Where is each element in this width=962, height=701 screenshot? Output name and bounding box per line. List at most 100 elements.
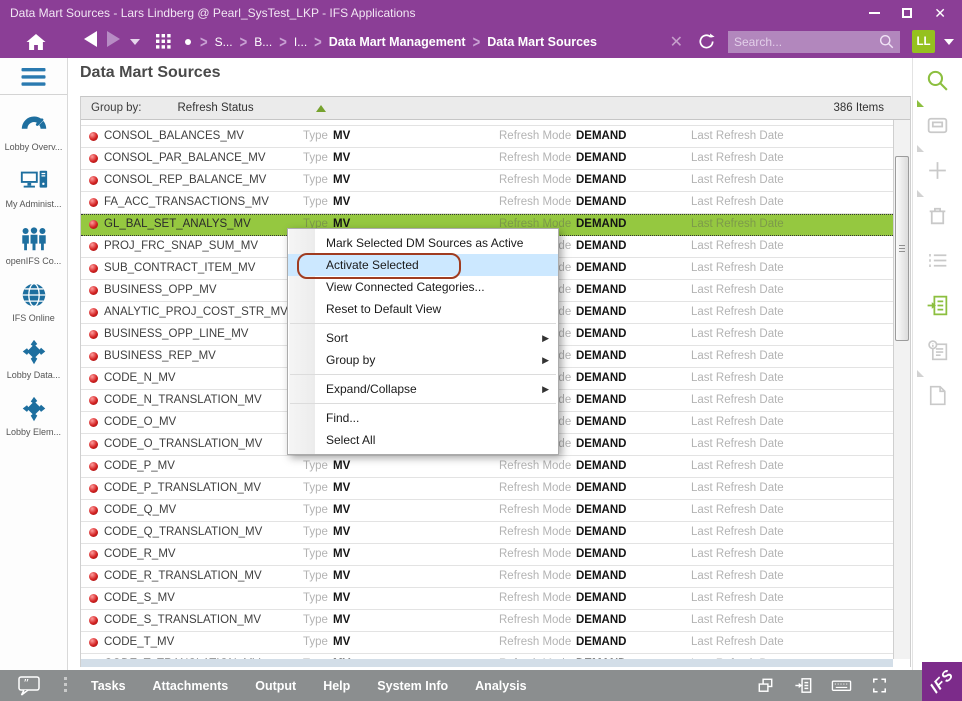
last-refresh-date-label: Last Refresh Date (691, 544, 784, 565)
sort-ascending-icon[interactable] (316, 105, 326, 112)
feedback-bubble-icon[interactable]: ” (16, 674, 44, 698)
fullscreen-icon[interactable] (869, 675, 890, 696)
type-label: Type (303, 170, 328, 191)
menu-item[interactable]: Sort▶ (288, 327, 558, 349)
table-row[interactable]: CODE_S_TRANSLATION_MV Type MV Refresh Mo… (81, 610, 893, 632)
left-rail-item-label: Lobby Overv... (5, 142, 63, 152)
horizontal-scrollbar[interactable] (81, 659, 893, 667)
table-row[interactable]: CODE_R_TRANSLATION_MV Type MV Refresh Mo… (81, 566, 893, 588)
right-rail-button[interactable] (913, 383, 962, 428)
bottom-bar-item[interactable]: System Info (377, 679, 448, 693)
bottom-bar-item[interactable]: Help (323, 679, 350, 693)
card-icon (925, 113, 950, 158)
close-icon[interactable]: ✕ (934, 6, 946, 20)
status-icon (89, 374, 98, 383)
last-refresh-date-label: Last Refresh Date (691, 258, 784, 279)
menu-separator (290, 374, 556, 375)
left-rail-item[interactable]: Lobby Data... (0, 337, 67, 380)
breadcrumb-item[interactable]: B... (254, 35, 272, 49)
plus-icon (925, 158, 950, 203)
bottom-bar-item[interactable]: Output (255, 679, 296, 693)
table-row[interactable]: CODE_T_MV Type MV Refresh Mode DEMAND La… (81, 632, 893, 654)
user-menu-chevron-icon[interactable] (944, 39, 954, 45)
menu-item[interactable]: Select All (288, 429, 558, 451)
last-refresh-date-label: Last Refresh Date (691, 192, 784, 213)
refresh-mode-label: Refresh Mode (499, 632, 571, 653)
refresh-icon[interactable] (697, 32, 716, 51)
home-icon[interactable] (26, 33, 46, 51)
panel-arrow-icon[interactable] (793, 675, 814, 696)
bottom-bar-item[interactable]: Tasks (91, 679, 126, 693)
table-row[interactable]: CODE_P_MV Type MV Refresh Mode DEMAND La… (81, 456, 893, 478)
left-rail-item[interactable]: openIFS Co... (0, 223, 67, 266)
table-row[interactable]: CODE_S_MV Type MV Refresh Mode DEMAND La… (81, 588, 893, 610)
table-row[interactable]: CODE_Q_MV Type MV Refresh Mode DEMAND La… (81, 500, 893, 522)
row-name: CODE_O_TRANSLATION_MV (104, 434, 262, 455)
right-rail-button[interactable] (913, 293, 962, 338)
table-row[interactable]: CONSOL_PAR_BALANCE_MV Type MV Refresh Mo… (81, 148, 893, 170)
table-row[interactable]: CONSOL_REP_BALANCE_MV Type MV Refresh Mo… (81, 170, 893, 192)
breadcrumb-item[interactable]: I... (294, 35, 307, 49)
close-page-icon[interactable]: ✕ (670, 32, 683, 52)
menu-item-label: Activate Selected (326, 258, 558, 272)
forward-icon[interactable] (107, 31, 120, 52)
windows-icon[interactable] (755, 675, 776, 696)
right-rail-button[interactable] (913, 248, 962, 293)
right-rail-button[interactable] (913, 203, 962, 248)
status-icon (89, 176, 98, 185)
app-grid-icon[interactable] (156, 34, 171, 49)
left-rail-item[interactable]: Lobby Overv... (0, 109, 67, 152)
bottom-bar-item[interactable]: Analysis (475, 679, 526, 693)
minimize-icon[interactable] (869, 12, 880, 14)
menu-item[interactable]: Find... (288, 407, 558, 429)
last-refresh-date-label: Last Refresh Date (691, 610, 784, 631)
right-rail-button[interactable] (913, 338, 962, 383)
last-refresh-date-label: Last Refresh Date (691, 500, 784, 521)
menu-item[interactable]: Activate Selected (288, 254, 558, 276)
status-icon (89, 264, 98, 273)
search-input[interactable] (734, 35, 879, 49)
row-name: CONSOL_BALANCES_MV (104, 126, 244, 147)
maximize-icon[interactable] (902, 8, 912, 18)
corner-marker-icon (917, 145, 924, 152)
menu-item[interactable]: Group by▶ (288, 349, 558, 371)
history-chevron-icon[interactable] (130, 39, 140, 45)
menu-item[interactable]: View Connected Categories... (288, 276, 558, 298)
table-row[interactable]: CONSOL_BALANCES_MV Type MV Refresh Mode … (81, 126, 893, 148)
right-rail-button[interactable] (913, 68, 962, 113)
menu-item[interactable]: Expand/Collapse▶ (288, 378, 558, 400)
menu-item[interactable]: Reset to Default View (288, 298, 558, 320)
table-row[interactable]: CODE_P_TRANSLATION_MV Type MV Refresh Mo… (81, 478, 893, 500)
breadcrumb-item[interactable]: S... (215, 35, 233, 49)
menu-separator (290, 323, 556, 324)
refresh-mode-label: Refresh Mode (499, 544, 571, 565)
last-refresh-date-label: Last Refresh Date (691, 588, 784, 609)
status-icon (89, 242, 98, 251)
breadcrumb-item[interactable]: Data Mart Management (329, 35, 466, 49)
avatar[interactable]: LL (912, 30, 935, 53)
right-rail-button[interactable] (913, 113, 962, 158)
keyboard-icon[interactable] (831, 675, 852, 696)
menu-item[interactable]: Mark Selected DM Sources as Active (288, 232, 558, 254)
bottom-bar-item[interactable]: Attachments (153, 679, 229, 693)
menu-hamburger-icon[interactable] (21, 68, 46, 86)
right-rail-button[interactable] (913, 158, 962, 203)
table-row[interactable]: FA_ACC_TRANSACTIONS_MV Type MV Refresh M… (81, 192, 893, 214)
table-row[interactable]: CODE_Q_TRANSLATION_MV Type MV Refresh Mo… (81, 522, 893, 544)
list-icon (925, 248, 950, 293)
left-rail-item[interactable]: My Administ... (0, 166, 67, 209)
back-icon[interactable] (84, 31, 97, 52)
table-row[interactable]: CODE_R_MV Type MV Refresh Mode DEMAND La… (81, 544, 893, 566)
group-by-bar[interactable]: Group by: Refresh Status 386 Items (81, 97, 910, 120)
status-icon (89, 484, 98, 493)
left-rail-item[interactable]: Lobby Elem... (0, 394, 67, 437)
scrollbar-thumb[interactable] (895, 156, 909, 341)
vertical-scrollbar[interactable] (893, 97, 910, 659)
search-icon[interactable] (879, 34, 894, 49)
ifs-logo: IFS (922, 662, 962, 701)
left-rail-item[interactable]: IFS Online (0, 280, 67, 323)
type-value: MV (333, 632, 350, 653)
group-by-value[interactable]: Refresh Status (178, 102, 254, 114)
breadcrumb-item[interactable]: Data Mart Sources (487, 35, 597, 49)
puzzle-icon (19, 394, 49, 424)
